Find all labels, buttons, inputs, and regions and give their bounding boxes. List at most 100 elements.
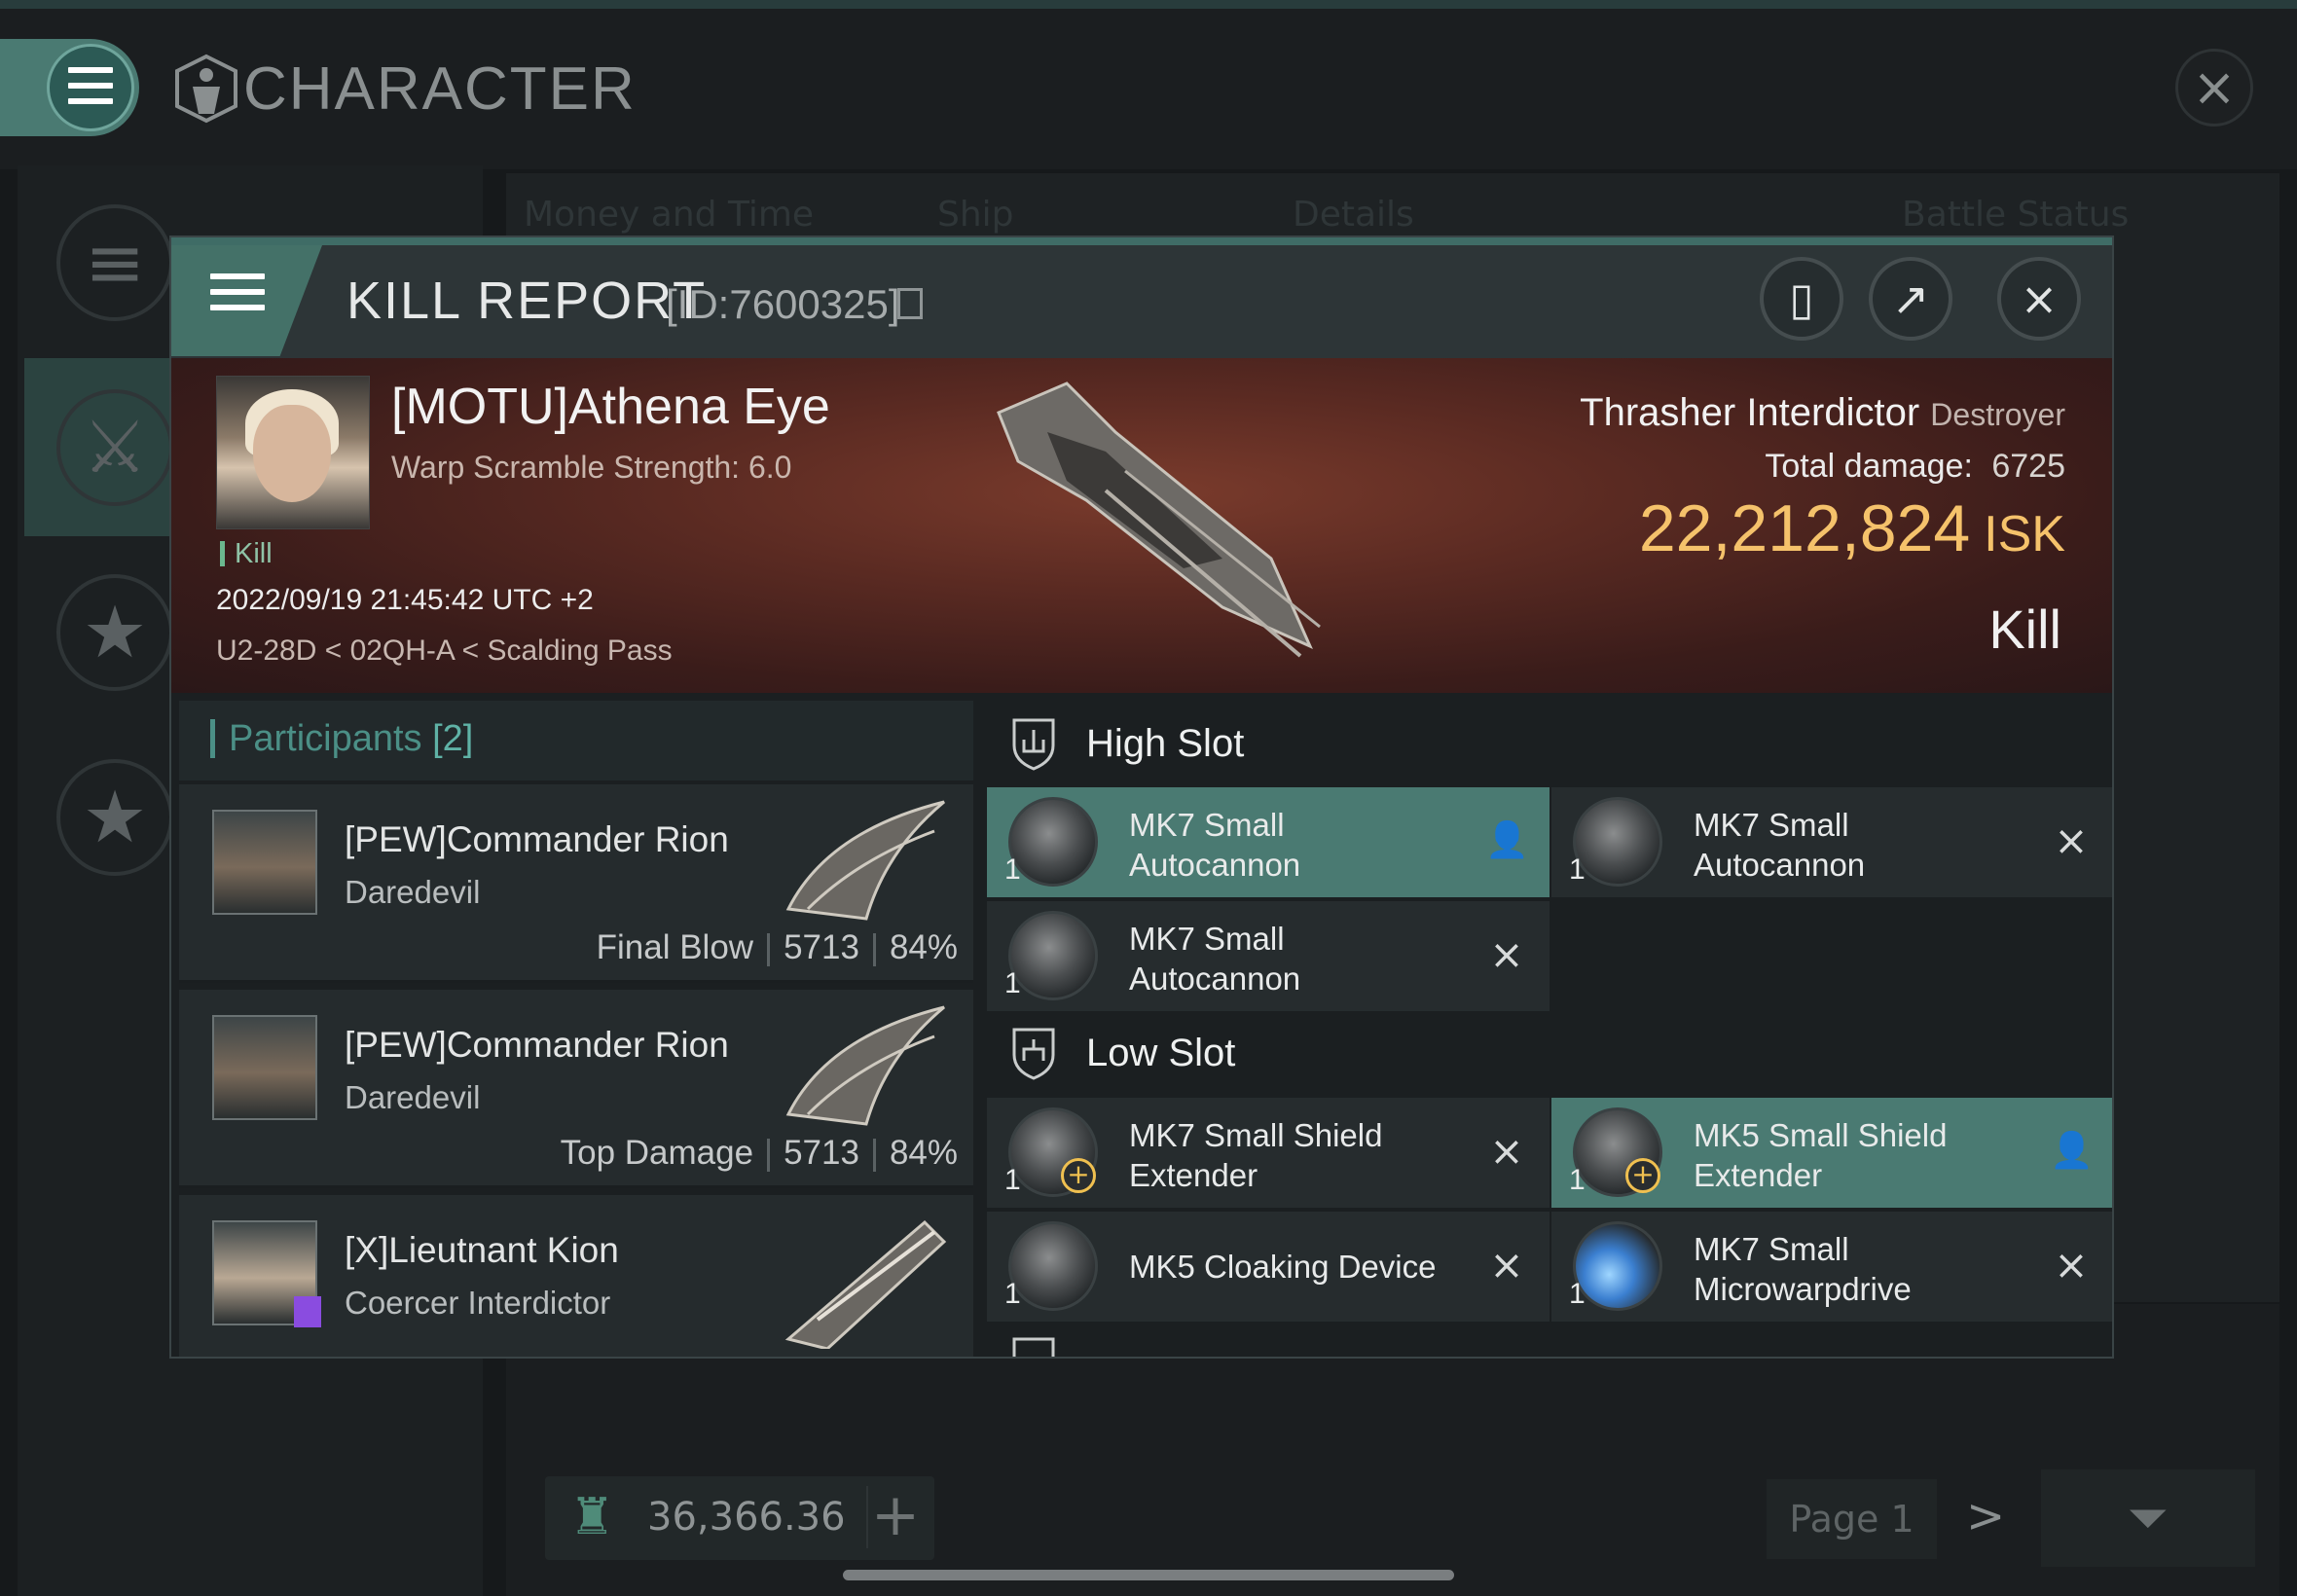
total-damage-label: Total damage:: [1765, 448, 1973, 485]
mid-slot-shield-icon: [1012, 1337, 1055, 1357]
participants-label: Participants: [229, 718, 422, 759]
item-name: MK7 Small Autocannon: [1129, 807, 1301, 883]
ship-class: Destroyer: [1930, 397, 2065, 432]
participant-ship: Coercer Interdictor: [345, 1285, 611, 1321]
item-name: MK7 Small Shield Extender: [1129, 1117, 1383, 1193]
isk-value: 22,212,824 ISK: [1639, 490, 2065, 566]
page-indicator: Page 1: [1767, 1479, 1937, 1559]
clipboard-button[interactable]: ▯: [1760, 257, 1843, 341]
list-icon[interactable]: ≡: [56, 204, 173, 321]
fitting-item[interactable]: + 1 MK7 Small Shield Extender ×: [987, 1098, 1550, 1208]
person-icon: 👤: [1485, 820, 1529, 860]
kill-report-modal: KILL REPORT [ID:7600325] ▯ ↗ × [MOTU]Ath…: [169, 236, 2114, 1359]
window-title: CHARACTER: [243, 55, 637, 123]
item-name: MK7 Small Autocannon: [1694, 807, 1866, 883]
participants-title[interactable]: Participants [2]: [210, 719, 473, 758]
kill-location[interactable]: U2-28D < 02QH-A < Scalding Pass: [216, 635, 673, 668]
high-slot-label: High Slot: [1086, 722, 1245, 765]
participant-portrait[interactable]: [212, 1015, 317, 1120]
participant-portrait[interactable]: [212, 810, 317, 915]
item-quantity: 1: [1004, 967, 1021, 999]
fitting-item[interactable]: + 1 MK5 Small Shield Extender 👤: [1551, 1098, 2112, 1208]
autocannon-icon: [1573, 797, 1662, 887]
column-money-time: Money and Time: [524, 195, 815, 235]
autocannon-icon: [1008, 797, 1098, 887]
participant-name[interactable]: [PEW]Commander Rion: [345, 1025, 729, 1066]
item-quantity: 1: [1004, 1278, 1021, 1310]
warp-scramble-strength: Warp Scramble Strength: 6.0: [391, 450, 792, 485]
participant-percent: 84%: [889, 928, 958, 966]
total-damage-value: 6725: [1991, 448, 2065, 485]
victim-name[interactable]: [MOTU]Athena Eye: [391, 378, 830, 436]
hamburger-icon[interactable]: [210, 273, 265, 310]
next-page-icon[interactable]: >: [1966, 1489, 2005, 1543]
participant-ship: Daredevil: [345, 1079, 481, 1115]
star-medal-icon[interactable]: ★: [56, 759, 173, 876]
filter-button[interactable]: ⏷: [2041, 1469, 2255, 1567]
participants-count: [2]: [432, 718, 474, 759]
participant-role: Final Blow: [596, 928, 754, 966]
cloaking-device-icon: [1008, 1221, 1098, 1311]
participant-ship-image: [785, 1005, 945, 1126]
crossed-swords-icon[interactable]: ⚔: [56, 389, 173, 506]
share-button[interactable]: ↗: [1869, 257, 1952, 341]
participant-damage: 5713: [784, 928, 859, 966]
kill-tag: Kill: [220, 540, 273, 568]
close-window-button[interactable]: ×: [2175, 49, 2253, 127]
high-slot-shield-icon: [1012, 718, 1055, 771]
corp-insignia-icon: [294, 1296, 321, 1327]
ship-type: Thrasher Interdictor: [1580, 391, 1920, 434]
add-funds-button[interactable]: +: [866, 1486, 923, 1548]
fitting-item[interactable]: 1 MK7 Small Autocannon ×: [987, 901, 1550, 1011]
hamburger-icon: [68, 67, 113, 106]
isk-unit: ISK: [1984, 506, 2065, 562]
destroyed-x-icon: ×: [2054, 816, 2089, 864]
victim-portrait-face: [253, 405, 331, 502]
participant-ship: Daredevil: [345, 874, 481, 910]
kill-datetime: 2022/09/19 21:45:42 UTC +2: [216, 584, 594, 616]
item-quantity: 1: [1569, 1164, 1586, 1196]
external-link-icon: ↗: [1891, 272, 1930, 325]
home-indicator[interactable]: [843, 1570, 1454, 1580]
participant-stats: Top Damage 5713 84%: [561, 1134, 958, 1173]
low-slot-label: Low Slot: [1086, 1032, 1236, 1074]
fitting-item[interactable]: 1 MK7 Small Microwarpdrive ×: [1551, 1212, 2112, 1322]
kill-report-id: [ID:7600325]: [666, 281, 900, 327]
column-ship: Ship: [937, 195, 1014, 235]
star-badge-icon[interactable]: ★: [56, 574, 173, 691]
fitting-item[interactable]: 1 MK5 Cloaking Device ×: [987, 1212, 1550, 1322]
item-name: MK5 Small Shield Extender: [1694, 1117, 1948, 1193]
participant-row[interactable]: [PEW]Commander Rion Daredevil Final Blow…: [179, 784, 973, 983]
copy-id-icon[interactable]: [897, 288, 923, 319]
destroyed-x-icon: ×: [1489, 1241, 1524, 1288]
participant-row[interactable]: [PEW]Commander Rion Daredevil Top Damage…: [179, 990, 973, 1188]
participant-ship-image: [785, 800, 945, 921]
participant-damage: 5713: [784, 1134, 859, 1172]
low-slot-shield-icon: [1012, 1028, 1055, 1080]
fitting-item[interactable]: 1 MK7 Small Autocannon ×: [1551, 787, 2112, 897]
participant-ship-image: [784, 1219, 947, 1349]
isk-amount: 22,212,824: [1638, 491, 1971, 565]
victim-ship-image[interactable]: [979, 374, 1349, 666]
victim-ship-name[interactable]: Thrasher Interdictor Destroyer: [1580, 391, 2065, 435]
item-quantity: 1: [1569, 1278, 1586, 1310]
close-kill-report-button[interactable]: ×: [1997, 257, 2081, 341]
participant-percent: 84%: [889, 1134, 958, 1172]
microwarpdrive-icon: [1573, 1221, 1662, 1311]
destroyed-x-icon: ×: [1489, 930, 1524, 978]
person-icon: 👤: [2050, 1131, 2094, 1171]
clipboard-icon: ▯: [1789, 272, 1814, 325]
item-name: MK7 Small Autocannon: [1129, 921, 1301, 997]
wallet-icon: ♜: [569, 1488, 615, 1546]
item-quantity: 1: [1004, 853, 1021, 886]
participant-stats: Final Blow 5713 84%: [597, 928, 958, 967]
participant-name[interactable]: [PEW]Commander Rion: [345, 819, 729, 860]
plus-badge-icon: +: [1061, 1158, 1096, 1193]
fitting-item[interactable]: 1 MK7 Small Autocannon 👤: [987, 787, 1550, 897]
destroyed-x-icon: ×: [1489, 1127, 1524, 1175]
participant-name[interactable]: [X]Lieutnant Kion: [345, 1230, 619, 1271]
total-damage: Total damage: 6725: [1765, 448, 2065, 486]
autocannon-icon: [1008, 911, 1098, 1000]
participant-row[interactable]: [X]Lieutnant Kion Coercer Interdictor: [179, 1195, 973, 1357]
kill-report-title: KILL REPORT: [346, 272, 708, 330]
